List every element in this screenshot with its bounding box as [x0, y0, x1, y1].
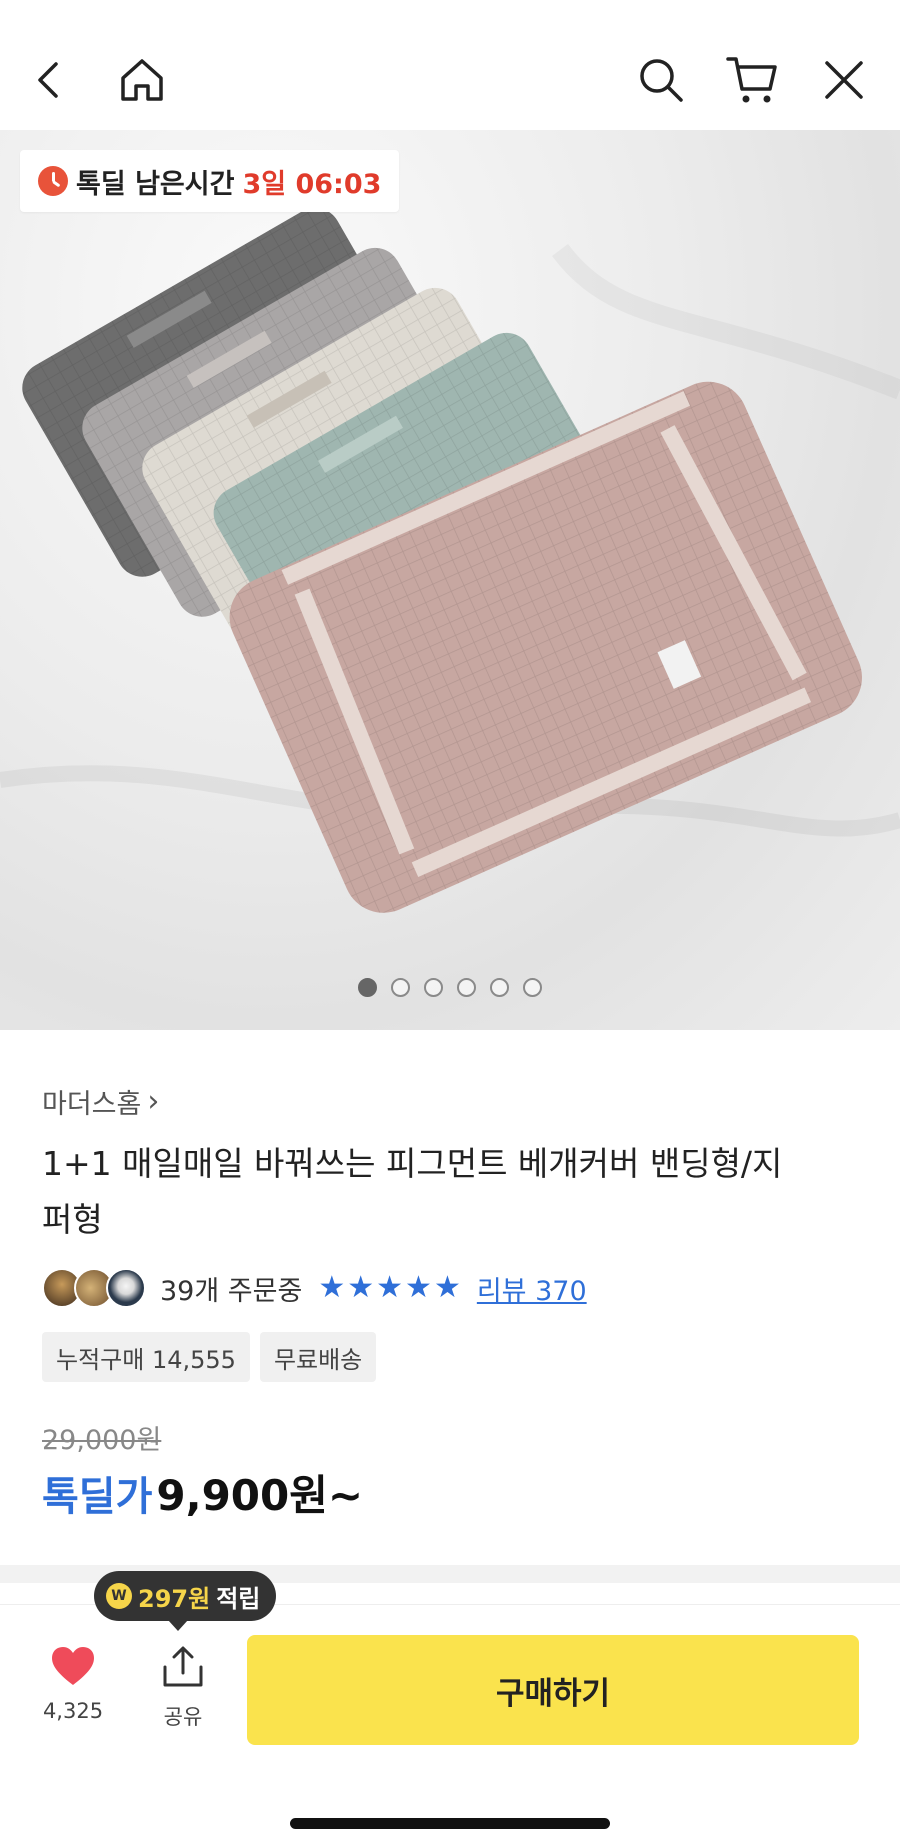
review-link[interactable]: 리뷰 370: [477, 1269, 587, 1308]
brand-name: 마더스홈: [42, 1089, 142, 1120]
chevron-right-icon: ›: [147, 1084, 160, 1119]
like-count: 4,325: [42, 1699, 104, 1723]
carousel-dot[interactable]: [523, 978, 542, 997]
brand-link[interactable]: 마더스홈 ›: [42, 1082, 159, 1121]
order-status-row: 39개 주문중 ★ ★ ★ ★ ★ 리뷰 370: [42, 1265, 587, 1311]
tag-free-shipping: 무료배송: [259, 1332, 377, 1382]
search-icon: [640, 59, 683, 102]
deal-label: 톡딜가: [42, 1474, 153, 1520]
original-price: 29,000원: [42, 1425, 162, 1456]
home-indicator: [290, 1818, 610, 1829]
bottom-action-bar: W 297원 적립 4,325 공유 구매하기: [0, 1571, 900, 1846]
star-icon: ★: [318, 1270, 346, 1305]
cart-icon: [726, 57, 777, 103]
order-count: 39개 주문중: [160, 1275, 303, 1307]
carousel-dot[interactable]: [358, 978, 377, 997]
points-tooltip: W 297원 적립: [94, 1571, 277, 1631]
back-icon: [38, 62, 58, 98]
coin-icon: W: [106, 1583, 132, 1609]
points-amount: 297원: [138, 1584, 211, 1613]
top-nav: [0, 0, 900, 130]
buyer-avatars: [42, 1268, 146, 1308]
share-label: 공유: [163, 1705, 203, 1729]
deal-timer-badge: 톡딜 남은시간 3일 06:03: [20, 150, 400, 212]
star-icon: ★: [347, 1270, 375, 1305]
product-photo: [0, 207, 900, 913]
star-icon: ★: [433, 1270, 461, 1305]
home-button[interactable]: [106, 44, 178, 116]
heart-icon: [52, 1647, 94, 1685]
product-image-carousel[interactable]: 톡딜 남은시간 3일 06:03: [0, 130, 900, 1030]
star-icon: ★: [376, 1270, 404, 1305]
star-icon: ★: [405, 1270, 432, 1305]
tag-cumulative-purchases: 누적구매 14,555: [42, 1332, 250, 1382]
product-tags: 누적구매 14,555 무료배송: [42, 1332, 377, 1382]
carousel-dot[interactable]: [490, 978, 509, 997]
timer-value: 3일 06:03: [242, 168, 382, 200]
share-button[interactable]: 공유: [144, 1645, 222, 1731]
home-icon: [121, 59, 163, 101]
carousel-dot[interactable]: [457, 978, 476, 997]
close-button[interactable]: [808, 44, 880, 116]
clock-icon: [38, 166, 68, 196]
points-earn-label: 적립: [216, 1584, 261, 1613]
like-button[interactable]: 4,325: [34, 1645, 112, 1723]
buy-button[interactable]: 구매하기: [247, 1635, 859, 1745]
timer-label: 톡딜 남은시간: [76, 168, 235, 200]
rating-stars: ★ ★ ★ ★ ★: [318, 1273, 461, 1303]
carousel-indicator: [0, 978, 900, 997]
share-icon: [163, 1646, 203, 1687]
carousel-dot[interactable]: [391, 978, 410, 997]
carousel-dot[interactable]: [424, 978, 443, 997]
deal-price: 9,900원~: [156, 1471, 364, 1520]
search-button[interactable]: [625, 44, 697, 116]
avatar: [106, 1268, 146, 1308]
cart-button[interactable]: [716, 44, 788, 116]
product-title: 1+1 매일매일 바꿔쓰는 피그먼트 베개커버 밴딩형/지퍼형: [42, 1144, 783, 1239]
back-button[interactable]: [14, 44, 86, 116]
close-icon: [825, 61, 863, 99]
deal-price-row: 톡딜가 9,900원~: [42, 1462, 363, 1523]
